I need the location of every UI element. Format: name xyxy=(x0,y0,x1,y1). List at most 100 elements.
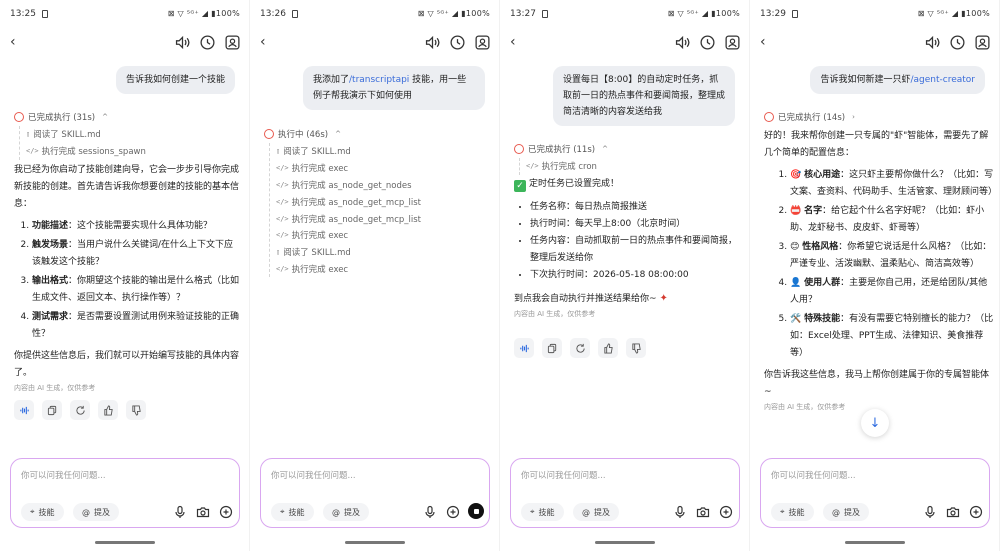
status-time: 13:29 xyxy=(760,9,786,19)
list-item: 👤 使用人群：主要是你自己用，还是给团队/其他人用？ xyxy=(790,275,994,309)
assistant-outro: 你提供这些信息后，我们就可以开始编写技能的具体内容了。 xyxy=(14,351,240,378)
collapse-caret-icon[interactable]: ^ xyxy=(602,145,608,153)
chat-input-box[interactable]: 你可以问我任何问题... ⌖ 技能 @ 提及 xyxy=(260,458,490,528)
input-placeholder[interactable]: 你可以问我任何问题... xyxy=(521,469,606,481)
input-placeholder[interactable]: 你可以问我任何问题... xyxy=(271,469,356,481)
clock-icon[interactable] xyxy=(698,33,716,51)
execution-panel[interactable]: 已完成执行 (14s) › xyxy=(764,110,855,124)
speaker-icon[interactable] xyxy=(423,33,441,51)
collapse-caret-icon[interactable]: ^ xyxy=(102,113,108,121)
skill-icon: ⌖ xyxy=(280,507,285,516)
camera-icon[interactable] xyxy=(944,503,962,521)
thumbs-up-icon[interactable] xyxy=(598,338,618,358)
agent-status-icon xyxy=(514,144,524,154)
status-time: 13:25 xyxy=(10,9,36,19)
list-item: 😊 性格风格：你希望它说话是什么风格？（比如：严谨专业、活泼幽默、温柔贴心、简洁… xyxy=(790,239,994,273)
microphone-icon[interactable] xyxy=(921,503,939,521)
task-details: 任务名称：每日热点简报推送 执行时间：每天早上8:00（北京时间） 任务内容：自… xyxy=(514,199,740,284)
code-icon: </> xyxy=(276,180,289,189)
clock-icon[interactable] xyxy=(448,33,466,51)
add-icon[interactable] xyxy=(717,503,735,521)
mention-chip[interactable]: @ 提及 xyxy=(573,503,619,521)
clock-icon[interactable] xyxy=(198,33,216,51)
speaker-icon[interactable] xyxy=(923,33,941,51)
skill-chip[interactable]: ⌖ 技能 xyxy=(771,503,814,521)
code-icon: </> xyxy=(276,197,289,206)
execution-status: 执行中 (46s) xyxy=(278,130,329,140)
copy-icon[interactable] xyxy=(542,338,562,358)
thumbs-down-icon[interactable] xyxy=(126,400,146,420)
collapse-caret-icon[interactable]: ^ xyxy=(335,130,341,138)
skill-chip[interactable]: ⌖ 技能 xyxy=(271,503,314,521)
code-icon: </> xyxy=(26,147,39,156)
mention-chip[interactable]: @ 提及 xyxy=(823,503,869,521)
back-icon[interactable]: ‹ xyxy=(10,35,16,49)
chat-input-box[interactable]: 你可以问我任何问题... ⌖ 技能 @ 提及 xyxy=(760,458,990,528)
status-bar: 13:26 ⊠ ▽ ⁵ᴳ⁺ ◢ ▮100% xyxy=(250,0,499,28)
speaker-icon[interactable] xyxy=(173,33,191,51)
back-icon[interactable]: ‹ xyxy=(510,35,516,49)
copy-icon[interactable] xyxy=(42,400,62,420)
profile-icon[interactable] xyxy=(223,33,241,51)
scroll-down-button[interactable]: ↓ xyxy=(861,409,889,437)
add-icon[interactable] xyxy=(967,503,985,521)
agent-status-icon xyxy=(264,129,274,139)
home-indicator[interactable] xyxy=(595,541,655,544)
skill-chip[interactable]: ⌖ 技能 xyxy=(21,503,64,521)
expand-caret-icon[interactable]: › xyxy=(852,113,855,121)
lobster-icon: ✦ xyxy=(659,293,668,304)
thumbs-down-icon[interactable] xyxy=(626,338,646,358)
status-bar: 13:29 ⊠ ▽ ⁵ᴳ⁺ ◢ ▮100% xyxy=(750,0,999,28)
book-icon: ▯ xyxy=(26,130,31,139)
chat-input-box[interactable]: 你可以问我任何问题... ⌖ 技能 @ 提及 xyxy=(10,458,240,528)
sim-icon xyxy=(542,10,548,18)
code-icon: </> xyxy=(276,164,289,173)
input-placeholder[interactable]: 你可以问我任何问题... xyxy=(771,469,856,481)
home-indicator[interactable] xyxy=(845,541,905,544)
skill-link[interactable]: /transcriptapi xyxy=(349,75,409,85)
home-indicator[interactable] xyxy=(345,541,405,544)
add-icon[interactable] xyxy=(217,503,235,521)
back-icon[interactable]: ‹ xyxy=(760,35,766,49)
voice-play-icon[interactable] xyxy=(514,338,534,358)
user-message-bubble: 告诉我如何新建一只虾/agent-creator xyxy=(810,66,985,94)
book-icon: ▯ xyxy=(276,248,281,257)
input-placeholder[interactable]: 你可以问我任何问题... xyxy=(21,469,106,481)
exec-step: </> 执行完成 exec xyxy=(276,231,349,242)
regenerate-icon[interactable] xyxy=(70,400,90,420)
phone-screen-3: 13:27 ⊠ ▽ ⁵ᴳ⁺ ◢ ▮100% ‹ 设置每日【8:00】的自动定时任… xyxy=(500,0,750,551)
execution-panel[interactable]: 已完成执行 (11s) ^ </> 执行完成 cron xyxy=(514,142,608,175)
exec-step: </> 执行完成 as_node_get_mcp_list xyxy=(276,197,421,208)
profile-icon[interactable] xyxy=(723,33,741,51)
execution-panel[interactable]: 执行中 (46s) ^ ▯ 阅读了 SKILL.md </> 执行完成 exec </… xyxy=(264,127,421,278)
execution-panel[interactable]: 已完成执行 (31s) ^ ▯ 阅读了 SKILL.md </> 执行完成 sessi… xyxy=(14,110,146,160)
profile-icon[interactable] xyxy=(473,33,491,51)
agent-status-icon xyxy=(14,112,24,122)
skill-icon: ⌖ xyxy=(530,507,535,516)
add-icon[interactable] xyxy=(444,503,462,521)
back-icon[interactable]: ‹ xyxy=(260,35,266,49)
agent-creator-link[interactable]: /agent-creator xyxy=(910,75,975,85)
code-icon: </> xyxy=(276,231,289,240)
list-item: 📛 名字：给它起个什么名字好呢？（比如：虾小助、龙虾秘书、皮皮虾、虾哥等） xyxy=(790,203,994,237)
microphone-icon[interactable] xyxy=(171,503,189,521)
phone-screen-2: 13:26 ⊠ ▽ ⁵ᴳ⁺ ◢ ▮100% ‹ 我添加了/transcripta… xyxy=(250,0,500,551)
voice-play-icon[interactable] xyxy=(14,400,34,420)
thumbs-up-icon[interactable] xyxy=(98,400,118,420)
stop-button[interactable] xyxy=(468,503,484,519)
phone-screen-1: 13:25 ⊠ ▽ ⁵ᴳ⁺ ◢ ▮100% ‹ 告诉我如何创建一个技能 已完成执… xyxy=(0,0,250,551)
speaker-icon[interactable] xyxy=(673,33,691,51)
home-indicator[interactable] xyxy=(95,541,155,544)
camera-icon[interactable] xyxy=(694,503,712,521)
skill-chip[interactable]: ⌖ 技能 xyxy=(521,503,564,521)
microphone-icon[interactable] xyxy=(671,503,689,521)
mention-chip[interactable]: @ 提及 xyxy=(73,503,119,521)
exec-step: </> 执行完成 exec xyxy=(276,264,349,275)
profile-icon[interactable] xyxy=(973,33,991,51)
mention-chip[interactable]: @ 提及 xyxy=(323,503,369,521)
camera-icon[interactable] xyxy=(194,503,212,521)
clock-icon[interactable] xyxy=(948,33,966,51)
chat-input-box[interactable]: 你可以问我任何问题... ⌖ 技能 @ 提及 xyxy=(510,458,740,528)
microphone-icon[interactable] xyxy=(421,503,439,521)
regenerate-icon[interactable] xyxy=(570,338,590,358)
